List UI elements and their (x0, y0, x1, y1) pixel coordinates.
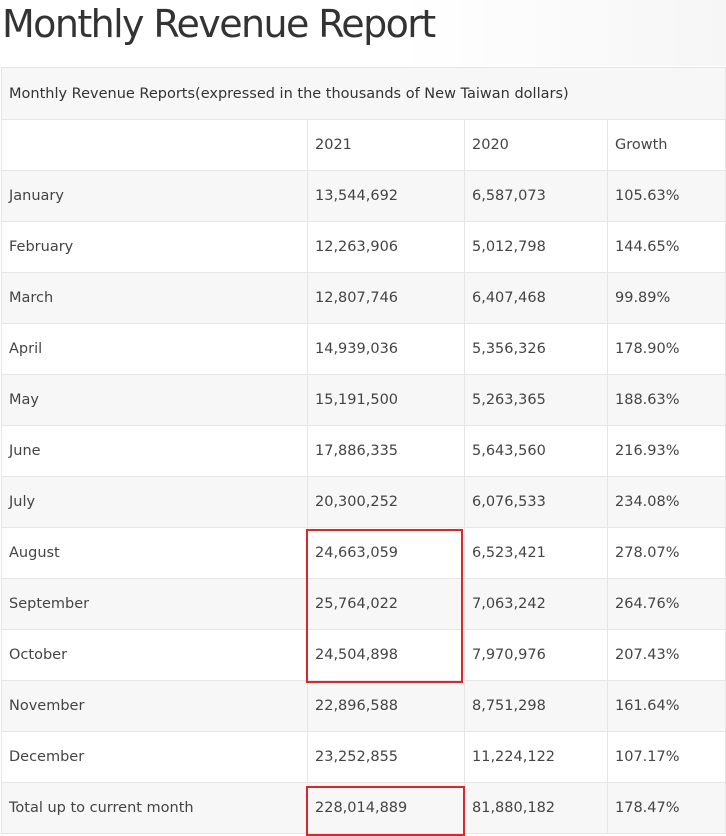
total-label-cell: Total up to current month (1, 782, 308, 834)
column-header-growth: Growth (606, 119, 726, 171)
month-cell: May (1, 374, 308, 426)
month-cell: April (1, 323, 308, 375)
revenue-2020-cell: 6,407,468 (464, 272, 608, 324)
revenue-2020-cell: 5,012,798 (464, 221, 608, 273)
month-cell: March (1, 272, 308, 324)
table-total-row: Total up to current month 228,014,889 81… (1, 782, 726, 834)
revenue-2020-cell: 7,970,976 (464, 629, 608, 681)
month-cell: July (1, 476, 308, 528)
revenue-2021-cell: 24,504,898 (307, 629, 465, 681)
month-cell: September (1, 578, 308, 630)
total-growth-cell: 178.47% (606, 782, 726, 834)
table-row: September 25,764,022 7,063,242 264.76% (1, 578, 726, 630)
growth-cell: 144.65% (606, 221, 726, 273)
column-header-2020: 2020 (464, 119, 608, 171)
revenue-2021-cell: 22,896,588 (307, 680, 465, 732)
growth-cell: 278.07% (606, 527, 726, 579)
growth-cell: 105.63% (606, 170, 726, 222)
growth-cell: 161.64% (606, 680, 726, 732)
table-row: June 17,886,335 5,643,560 216.93% (1, 425, 726, 477)
column-header-2021: 2021 (307, 119, 465, 171)
month-cell: June (1, 425, 308, 477)
table-row: May 15,191,500 5,263,365 188.63% (1, 374, 726, 426)
growth-cell: 216.93% (606, 425, 726, 477)
month-cell: October (1, 629, 308, 681)
growth-cell: 107.17% (606, 731, 726, 783)
revenue-2021-cell: 17,886,335 (307, 425, 465, 477)
revenue-2021-cell: 23,252,855 (307, 731, 465, 783)
table-row: April 14,939,036 5,356,326 178.90% (1, 323, 726, 375)
revenue-2020-cell: 6,523,421 (464, 527, 608, 579)
revenue-2021-cell: 12,263,906 (307, 221, 465, 273)
revenue-2020-cell: 11,224,122 (464, 731, 608, 783)
table-row: January 13,544,692 6,587,073 105.63% (1, 170, 726, 222)
month-cell: August (1, 527, 308, 579)
page-title: Monthly Revenue Report (2, 2, 436, 46)
table-row: December 23,252,855 11,224,122 107.17% (1, 731, 726, 783)
table-row: February 12,263,906 5,012,798 144.65% (1, 221, 726, 273)
revenue-2020-cell: 5,356,326 (464, 323, 608, 375)
growth-cell: 207.43% (606, 629, 726, 681)
revenue-2021-cell: 13,544,692 (307, 170, 465, 222)
revenue-table: Monthly Revenue Reports(expressed in the… (0, 67, 726, 834)
table-row: July 20,300,252 6,076,533 234.08% (1, 476, 726, 528)
revenue-2020-cell: 7,063,242 (464, 578, 608, 630)
total-2020-cell: 81,880,182 (464, 782, 608, 834)
table-header-row: 2021 2020 Growth (1, 119, 726, 171)
table-caption: Monthly Revenue Reports(expressed in the… (0, 67, 726, 120)
growth-cell: 178.90% (606, 323, 726, 375)
month-cell: February (1, 221, 308, 273)
revenue-2020-cell: 8,751,298 (464, 680, 608, 732)
table-row: August 24,663,059 6,523,421 278.07% (1, 527, 726, 579)
growth-cell: 234.08% (606, 476, 726, 528)
revenue-2020-cell: 6,587,073 (464, 170, 608, 222)
table-row: March 12,807,746 6,407,468 99.89% (1, 272, 726, 324)
revenue-2020-cell: 6,076,533 (464, 476, 608, 528)
revenue-2021-cell: 20,300,252 (307, 476, 465, 528)
revenue-2021-cell: 25,764,022 (307, 578, 465, 630)
total-2021-cell: 228,014,889 (307, 782, 465, 834)
revenue-2021-cell: 24,663,059 (307, 527, 465, 579)
table-caption-row: Monthly Revenue Reports(expressed in the… (0, 67, 726, 120)
column-header-label (1, 119, 308, 171)
month-cell: November (1, 680, 308, 732)
revenue-2021-cell: 12,807,746 (307, 272, 465, 324)
growth-cell: 99.89% (606, 272, 726, 324)
page-header: Monthly Revenue Report (0, 0, 726, 66)
month-cell: December (1, 731, 308, 783)
revenue-2020-cell: 5,643,560 (464, 425, 608, 477)
month-cell: January (1, 170, 308, 222)
revenue-2021-cell: 15,191,500 (307, 374, 465, 426)
growth-cell: 264.76% (606, 578, 726, 630)
revenue-2021-cell: 14,939,036 (307, 323, 465, 375)
growth-cell: 188.63% (606, 374, 726, 426)
revenue-2020-cell: 5,263,365 (464, 374, 608, 426)
table-row: October 24,504,898 7,970,976 207.43% (1, 629, 726, 681)
table-row: November 22,896,588 8,751,298 161.64% (1, 680, 726, 732)
